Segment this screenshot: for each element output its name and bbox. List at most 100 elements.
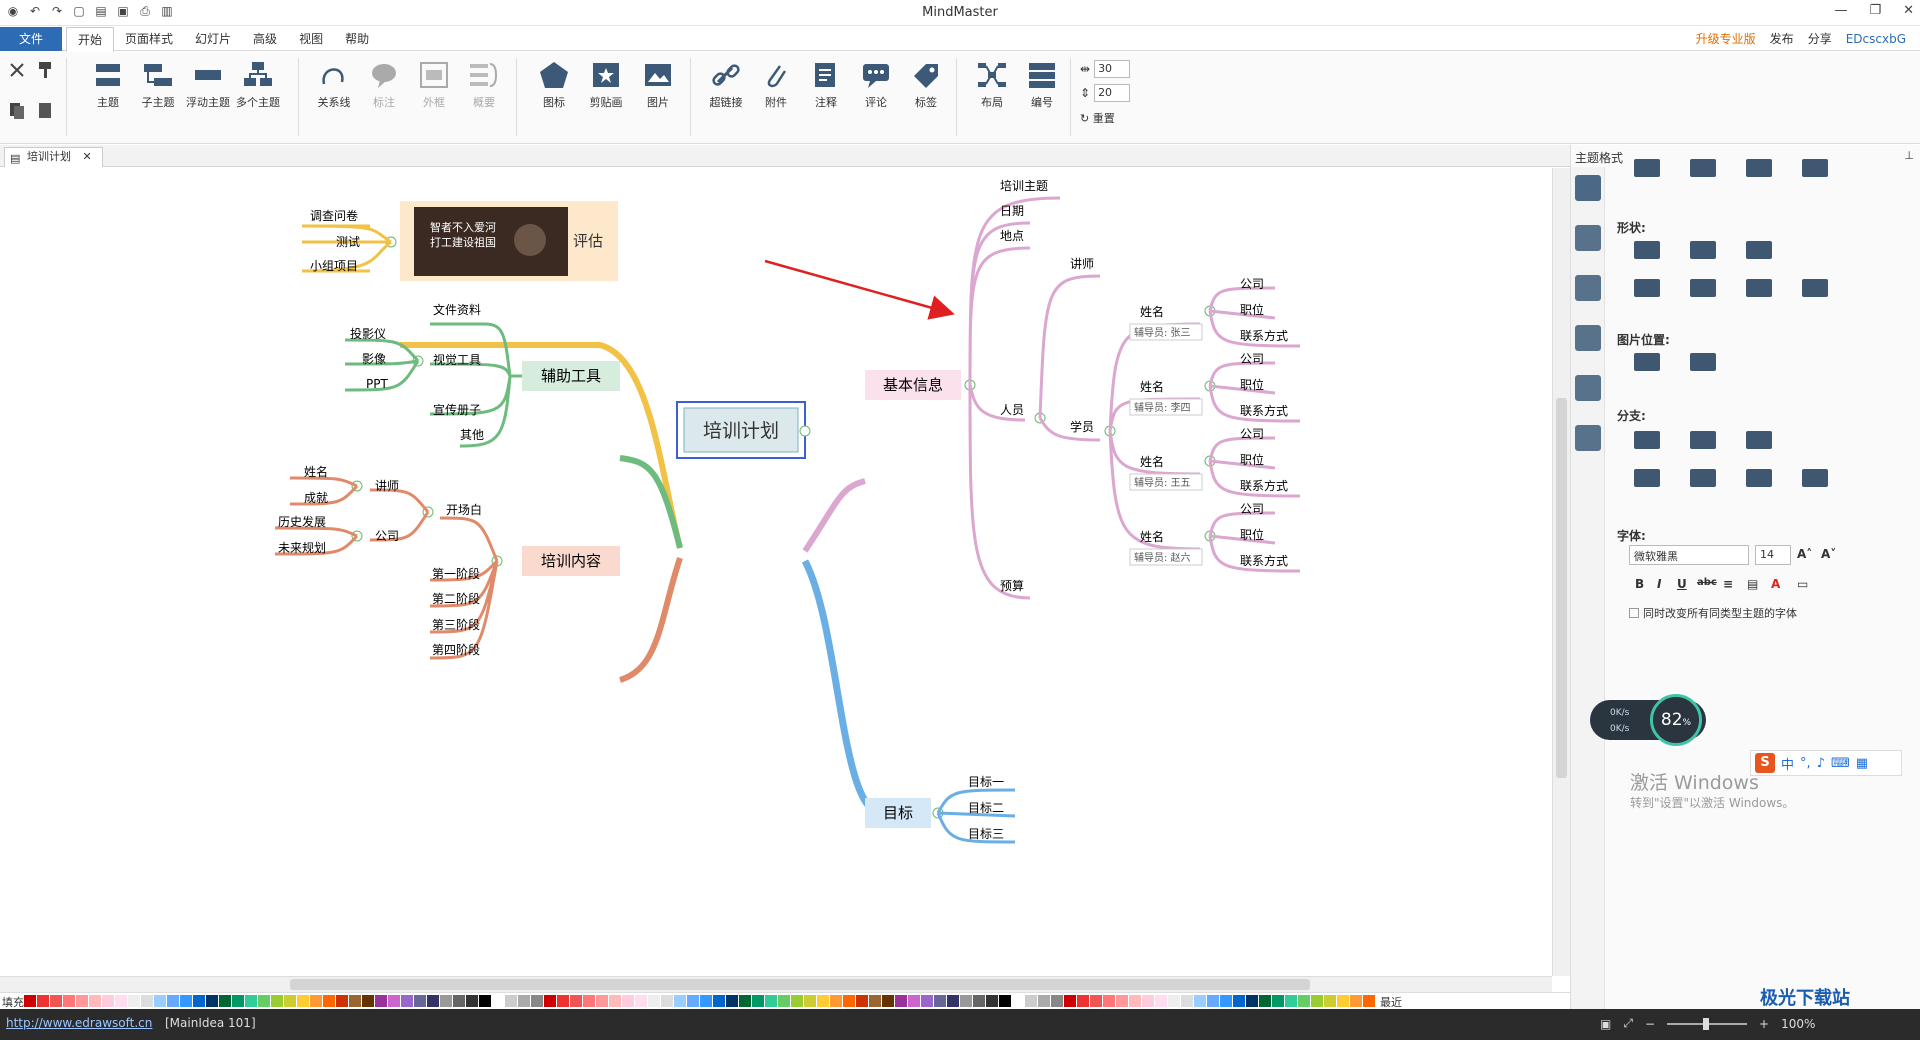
field-contact-3[interactable]: 联系方式 bbox=[1240, 478, 1288, 493]
color-swatch[interactable] bbox=[1272, 995, 1284, 1007]
tools-child-2[interactable]: 视觉工具 bbox=[433, 352, 481, 367]
punctuation-icon[interactable]: °, bbox=[1800, 756, 1811, 771]
goal-child-2[interactable]: 目标二 bbox=[968, 801, 1004, 815]
color-swatch[interactable] bbox=[453, 995, 465, 1007]
tools-child-1[interactable]: 文件资料 bbox=[433, 302, 481, 317]
font-family-select[interactable]: 微软雅黑 bbox=[1629, 545, 1749, 565]
clipart-button[interactable]: 剪贴画 bbox=[582, 60, 630, 110]
color-swatch[interactable] bbox=[258, 995, 270, 1007]
layout-style-2-icon[interactable] bbox=[1683, 153, 1723, 185]
color-swatch[interactable] bbox=[986, 995, 998, 1007]
color-swatch[interactable] bbox=[1324, 995, 1336, 1007]
callout-button[interactable]: 标注 bbox=[360, 60, 408, 110]
zoom-slider[interactable] bbox=[1667, 1017, 1748, 1030]
color-swatch[interactable] bbox=[934, 995, 946, 1007]
vertical-scroll-thumb[interactable] bbox=[1556, 398, 1567, 778]
align-icon[interactable]: ≡ bbox=[1723, 577, 1733, 591]
boundary-button[interactable]: 外框 bbox=[410, 60, 458, 110]
summary-button[interactable]: 概要 bbox=[460, 60, 508, 110]
icon-library-icon[interactable] bbox=[1574, 275, 1601, 301]
corner-style-icon[interactable] bbox=[1795, 273, 1835, 305]
border-color-icon[interactable] bbox=[1627, 273, 1667, 305]
color-swatch[interactable] bbox=[622, 995, 634, 1007]
visual-child-3[interactable]: PPT bbox=[366, 377, 388, 391]
color-swatch[interactable] bbox=[128, 995, 140, 1007]
horizontal-scrollbar[interactable] bbox=[0, 976, 1552, 992]
color-swatch[interactable] bbox=[323, 995, 335, 1007]
fullscreen-icon[interactable]: ⤢ bbox=[1623, 1016, 1633, 1031]
color-swatch[interactable] bbox=[375, 995, 387, 1007]
subtopic-button[interactable]: 子主题 bbox=[134, 60, 182, 110]
color-swatch[interactable] bbox=[609, 995, 621, 1007]
branch-connector-icon[interactable] bbox=[1627, 463, 1667, 495]
color-swatch[interactable] bbox=[1246, 995, 1258, 1007]
cut-button[interactable] bbox=[4, 60, 30, 84]
fit-page-icon[interactable]: ▣ bbox=[1600, 1017, 1611, 1031]
color-swatch[interactable] bbox=[1285, 995, 1297, 1007]
color-swatch[interactable] bbox=[141, 995, 153, 1007]
color-swatch[interactable] bbox=[1168, 995, 1180, 1007]
shape-rect-icon[interactable] bbox=[1739, 235, 1779, 267]
ime-toolbar[interactable]: S 中 °, ♪ ⌨ ▦ bbox=[1750, 750, 1902, 776]
topic-button[interactable]: 主题 bbox=[84, 60, 132, 110]
basic-item-budget[interactable]: 预算 bbox=[1000, 578, 1024, 593]
hyperlink-button[interactable]: 超链接 bbox=[702, 60, 750, 110]
color-swatch[interactable] bbox=[219, 995, 231, 1007]
grid-icon[interactable]: ▦ bbox=[1856, 756, 1868, 771]
layout-button[interactable]: 布局 bbox=[968, 60, 1016, 110]
layout-style-3-icon[interactable] bbox=[1739, 153, 1779, 185]
tools-child-3[interactable]: 宣传册子 bbox=[433, 402, 481, 417]
color-swatch[interactable] bbox=[869, 995, 881, 1007]
color-swatch[interactable] bbox=[687, 995, 699, 1007]
attachment-button[interactable]: 附件 bbox=[752, 60, 800, 110]
goal-child-3[interactable]: 目标三 bbox=[968, 827, 1004, 841]
task-icon[interactable] bbox=[1574, 375, 1601, 401]
color-swatch[interactable] bbox=[466, 995, 478, 1007]
color-swatch[interactable] bbox=[700, 995, 712, 1007]
color-swatch[interactable] bbox=[1051, 995, 1063, 1007]
collapse-icon[interactable] bbox=[799, 425, 811, 437]
student-name-4[interactable]: 姓名 bbox=[1140, 529, 1164, 544]
color-swatch[interactable] bbox=[674, 995, 686, 1007]
color-swatch[interactable] bbox=[310, 995, 322, 1007]
bold-icon[interactable]: B bbox=[1635, 577, 1644, 591]
color-swatch[interactable] bbox=[1064, 995, 1076, 1007]
border-weight-icon[interactable] bbox=[1683, 273, 1723, 305]
color-swatch[interactable] bbox=[401, 995, 413, 1007]
field-position-1[interactable]: 职位 bbox=[1240, 302, 1264, 317]
restore-icon[interactable]: ❐ bbox=[1869, 3, 1881, 18]
field-contact-4[interactable]: 联系方式 bbox=[1240, 553, 1288, 568]
field-contact-2[interactable]: 联系方式 bbox=[1240, 403, 1288, 418]
pin-icon[interactable]: ⊥ bbox=[1904, 149, 1914, 162]
lecturer-child-2[interactable]: 成就 bbox=[304, 491, 328, 505]
doc-tab-training-plan[interactable]: ▤ 培训计划 ✕ bbox=[4, 147, 103, 167]
font-color-icon[interactable]: A bbox=[1771, 577, 1780, 591]
color-swatch[interactable] bbox=[193, 995, 205, 1007]
color-swatch[interactable] bbox=[661, 995, 673, 1007]
goal-child-1[interactable]: 目标一 bbox=[968, 775, 1004, 789]
color-swatch[interactable] bbox=[830, 995, 842, 1007]
icon-button[interactable]: 图标 bbox=[530, 60, 578, 110]
field-company-2[interactable]: 公司 bbox=[1240, 352, 1264, 366]
color-swatch[interactable] bbox=[232, 995, 244, 1007]
website-link[interactable]: http://www.edrawsoft.cn bbox=[6, 1016, 152, 1030]
same-type-font-checkbox[interactable]: 同时改变所有同类型主题的字体 bbox=[1629, 605, 1797, 621]
branch-line-color-icon[interactable] bbox=[1683, 425, 1723, 457]
lecturer-child-1[interactable]: 姓名 bbox=[304, 464, 328, 479]
color-swatch[interactable] bbox=[1207, 995, 1219, 1007]
color-swatch[interactable] bbox=[999, 995, 1011, 1007]
highlight-icon[interactable]: ▤ bbox=[1747, 577, 1758, 591]
tab-slides[interactable]: 幻灯片 bbox=[184, 27, 242, 52]
color-swatch[interactable] bbox=[284, 995, 296, 1007]
color-swatch[interactable] bbox=[583, 995, 595, 1007]
company-child-2[interactable]: 未来规划 bbox=[278, 540, 326, 555]
color-swatch[interactable] bbox=[895, 995, 907, 1007]
color-swatch[interactable] bbox=[856, 995, 868, 1007]
numbering-button[interactable]: 编号 bbox=[1018, 60, 1066, 110]
color-swatch[interactable] bbox=[167, 995, 179, 1007]
tools-child-4[interactable]: 其他 bbox=[460, 428, 484, 442]
basic-item-place[interactable]: 地点 bbox=[1000, 229, 1024, 243]
color-swatch[interactable] bbox=[557, 995, 569, 1007]
ime-mode[interactable]: 中 bbox=[1781, 754, 1794, 773]
color-swatch[interactable] bbox=[180, 995, 192, 1007]
